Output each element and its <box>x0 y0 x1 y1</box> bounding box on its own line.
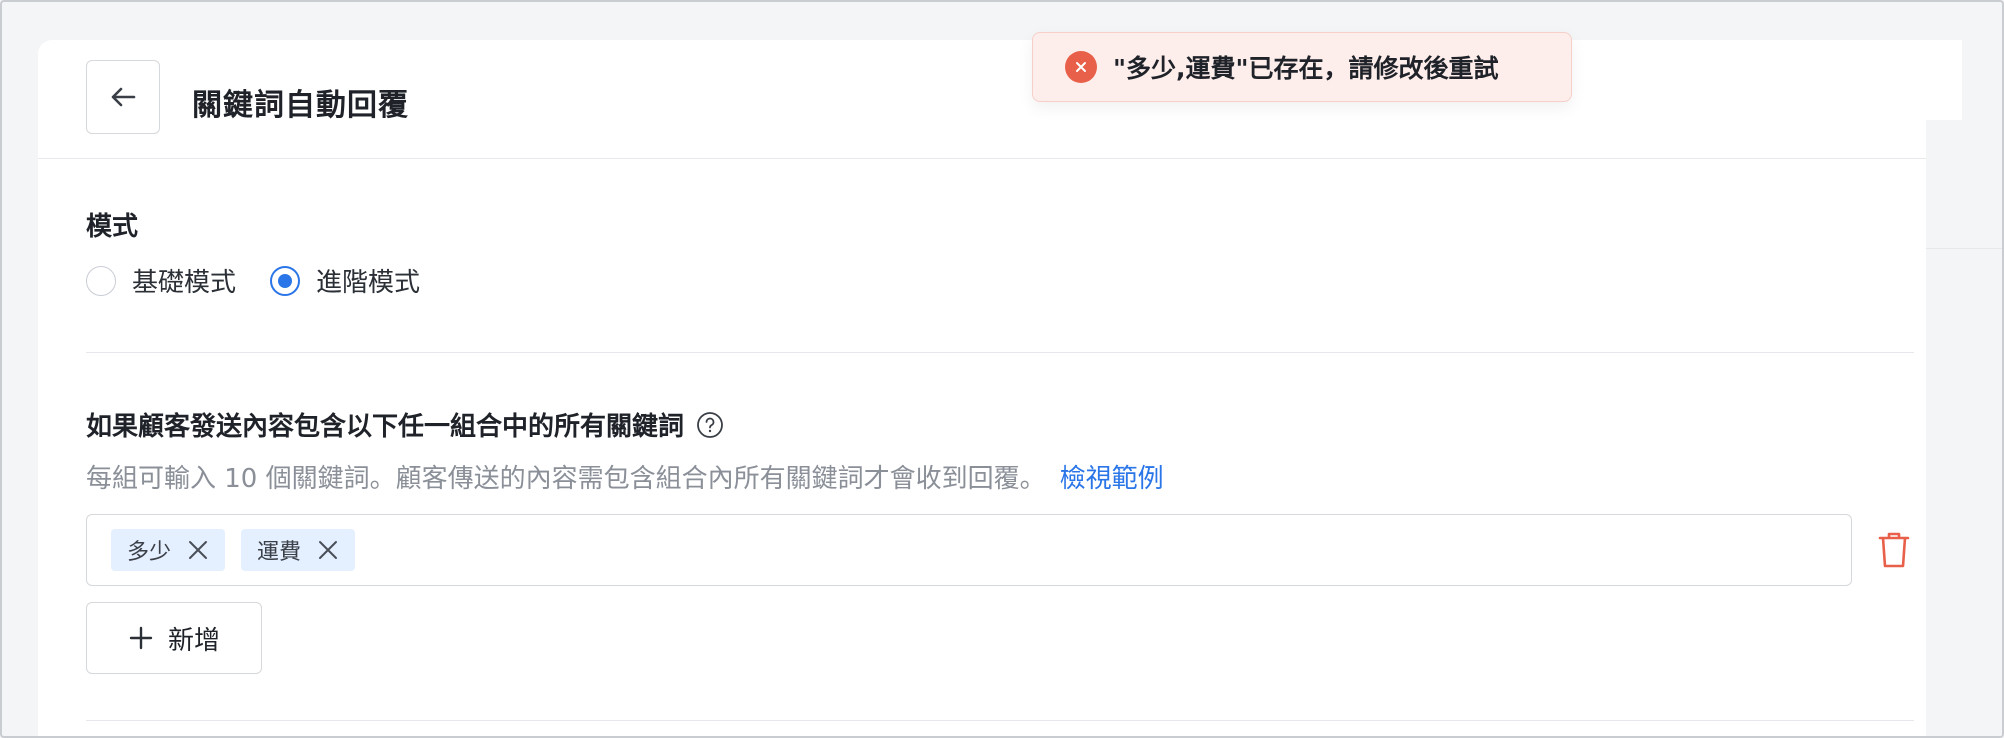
trash-icon[interactable] <box>1876 530 1912 570</box>
rule-description-text: 每組可輸入 10 個關鍵詞。顧客傳送的內容需包含組合內所有關鍵詞才會收到回覆。 <box>86 464 1046 494</box>
plus-icon <box>128 625 154 651</box>
radio-option-advanced[interactable]: 進階模式 <box>270 262 420 299</box>
keyword-tag-label: 多少 <box>127 540 172 565</box>
add-group-label: 新增 <box>167 625 220 656</box>
right-panel-divider <box>1926 248 2002 249</box>
keyword-tag-label: 運費 <box>257 540 302 565</box>
keyword-tag: 多少 <box>111 529 226 571</box>
radio-basic-label: 基礎模式 <box>132 268 237 298</box>
keyword-tag: 運費 <box>241 529 356 571</box>
add-group-button[interactable]: 新增 <box>86 602 262 674</box>
page-title: 關鍵詞自動回覆 <box>192 88 409 123</box>
mode-radio-group: 基礎模式 進階模式 <box>86 262 454 299</box>
back-button[interactable] <box>86 60 160 134</box>
page-card: 關鍵詞自動回覆 模式 基礎模式 進階模式 如果顧客發送內容包含以下任一組合中的所… <box>38 40 1962 736</box>
radio-basic[interactable] <box>86 265 116 296</box>
view-example-link[interactable]: 檢視範例 <box>1060 464 1164 494</box>
radio-advanced-label: 進階模式 <box>316 268 421 298</box>
right-panel-edge <box>1926 120 2002 736</box>
error-circle-icon <box>1065 51 1097 83</box>
bottom-divider <box>86 720 1914 721</box>
rule-description: 每組可輸入 10 個關鍵詞。顧客傳送的內容需包含組合內所有關鍵詞才會收到回覆。檢… <box>86 458 1164 495</box>
close-icon[interactable] <box>317 539 339 561</box>
keyword-tag-input[interactable]: 多少 運費 <box>86 514 1852 586</box>
error-toast-message: "多少,運費"已存在，請修改後重試 <box>1113 54 1499 83</box>
rule-title: 如果顧客發送內容包含以下任一組合中的所有關鍵詞 <box>86 406 724 443</box>
page-header: 關鍵詞自動回覆 <box>38 40 1962 159</box>
close-icon[interactable] <box>187 539 209 561</box>
section-divider <box>86 352 1914 353</box>
radio-advanced[interactable] <box>270 265 301 296</box>
app-window: 關鍵詞自動回覆 模式 基礎模式 進階模式 如果顧客發送內容包含以下任一組合中的所… <box>0 0 2004 738</box>
error-toast: "多少,運費"已存在，請修改後重試 <box>1032 32 1572 102</box>
mode-label: 模式 <box>86 212 139 242</box>
arrow-left-icon <box>108 82 138 112</box>
rule-title-text: 如果顧客發送內容包含以下任一組合中的所有關鍵詞 <box>86 412 685 442</box>
help-circle-icon[interactable] <box>696 411 724 439</box>
radio-option-basic[interactable]: 基礎模式 <box>86 262 236 299</box>
